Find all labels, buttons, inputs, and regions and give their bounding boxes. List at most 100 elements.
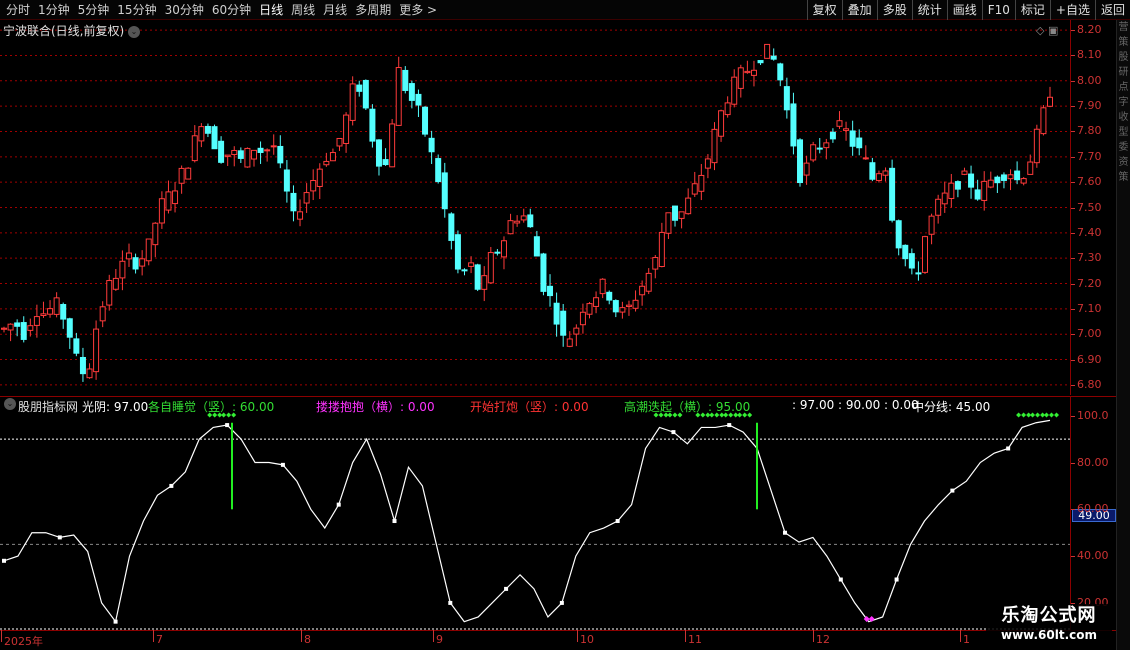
period-tab[interactable]: 更多 > <box>395 0 441 20</box>
period-tabs: 分时 1分钟 5分钟 15分钟 30分钟 60分钟 日线 周线 月线 多周期 更多 > <box>2 0 441 20</box>
indicator-name[interactable]: 股朋指标网 <box>18 398 78 415</box>
candle <box>922 235 929 274</box>
period-tab[interactable]: 分时 <box>2 0 34 20</box>
candle <box>415 89 422 118</box>
side-strip-item[interactable]: 策 <box>1117 170 1130 185</box>
side-strip-item[interactable]: 型 <box>1117 125 1130 140</box>
indicator-point <box>448 600 453 605</box>
indicator-chart[interactable] <box>0 396 1070 630</box>
candle <box>869 157 876 182</box>
candle <box>810 141 817 163</box>
candle <box>586 302 593 319</box>
candle <box>310 169 317 201</box>
diamond-icon[interactable]: ◇ <box>1036 24 1044 37</box>
indicator-menu-icon[interactable]: ⌄ <box>4 398 16 410</box>
toolbar-button[interactable]: 复权 <box>806 0 842 20</box>
side-strip-item[interactable]: 委 <box>1117 140 1130 155</box>
side-strip-item[interactable]: 字 <box>1117 95 1130 110</box>
candle <box>474 263 481 292</box>
candle <box>389 118 396 168</box>
date-tick: 2025年 <box>1 630 43 648</box>
candle <box>73 332 80 357</box>
chevron-down-icon[interactable]: ⌄ <box>128 25 141 38</box>
candle <box>7 323 14 342</box>
candle <box>744 60 751 74</box>
candle <box>93 320 100 380</box>
candle <box>533 230 540 257</box>
candle <box>329 148 336 162</box>
candle <box>20 316 27 343</box>
candle <box>1007 169 1014 191</box>
date-tick: 1 <box>960 630 970 646</box>
period-tab[interactable]: 30分钟 <box>161 0 208 20</box>
candle <box>481 266 488 302</box>
window-toggle-icon[interactable]: ▣ <box>1048 24 1058 37</box>
candle <box>244 147 251 168</box>
price-tick: 7.20 <box>1071 276 1102 290</box>
candle <box>895 219 902 256</box>
side-strip-item[interactable]: 点 <box>1117 80 1130 95</box>
candle <box>579 303 586 334</box>
period-tab[interactable]: 周线 <box>287 0 319 20</box>
stock-title-text: 宁波联合(日线,前复权) <box>3 24 125 38</box>
period-tab[interactable]: 多周期 <box>351 0 395 20</box>
period-tab[interactable]: 月线 <box>319 0 351 20</box>
indicator-point <box>783 530 788 535</box>
toolbar-button[interactable]: 标记 <box>1014 0 1050 20</box>
period-tab[interactable]: 15分钟 <box>113 0 160 20</box>
candle <box>514 215 521 227</box>
candle <box>369 104 376 148</box>
period-tab[interactable]: 日线 <box>255 0 287 20</box>
side-strip-item[interactable]: 营 <box>1117 20 1130 35</box>
period-tab[interactable]: 1分钟 <box>34 0 74 20</box>
indicator-value-label: 各自睡觉（竖）: 60.00 <box>148 400 275 414</box>
price-axis: 8.20 8.10 8.00 7.90 7.80 7.70 7.60 7.50 7.40 7.30… <box>1070 20 1116 395</box>
indicator-point <box>838 577 843 582</box>
candlestick-chart[interactable]: 宁波联合(日线,前复权) ⌄ ◇ ▣ <box>0 20 1070 395</box>
candle <box>290 185 297 222</box>
toolbar-button[interactable]: 叠加 <box>841 0 877 20</box>
toolbar-button[interactable]: 返回 <box>1094 0 1130 20</box>
candle <box>185 167 192 180</box>
candle <box>303 183 310 213</box>
candle <box>645 268 652 295</box>
candle <box>211 124 218 150</box>
candle <box>698 163 705 201</box>
date-tick: 7 <box>153 630 163 646</box>
side-strip-item[interactable]: 研 <box>1117 65 1130 80</box>
toolbar-button[interactable]: +自选 <box>1049 0 1095 20</box>
candle <box>836 111 843 129</box>
candle <box>553 292 560 337</box>
toolbar-button[interactable]: 统计 <box>911 0 947 20</box>
period-tab[interactable]: 5分钟 <box>74 0 114 20</box>
side-strip[interactable]: 营策股研点字收型委资策 <box>1116 20 1130 650</box>
price-tick: 7.40 <box>1071 225 1102 239</box>
candle <box>435 154 442 184</box>
candle <box>981 171 988 211</box>
candle <box>843 121 850 141</box>
candle <box>422 106 429 137</box>
candle <box>935 194 942 224</box>
candle <box>1033 124 1040 168</box>
candle <box>685 188 692 215</box>
indicator-tick: 80.00 <box>1071 455 1109 469</box>
candle <box>14 319 21 337</box>
candle <box>191 125 198 163</box>
side-strip-item[interactable]: 资 <box>1117 155 1130 170</box>
side-strip-item[interactable]: 股 <box>1117 50 1130 65</box>
candle <box>658 222 665 268</box>
toolbar-button[interactable]: 画线 <box>946 0 982 20</box>
candle <box>540 252 547 296</box>
toolbar-button[interactable]: F10 <box>981 0 1015 20</box>
toolbar-button[interactable]: 多股 <box>876 0 912 20</box>
candle <box>231 146 238 167</box>
candle <box>152 222 159 258</box>
candle <box>803 155 810 185</box>
price-tick: 7.10 <box>1071 301 1102 315</box>
side-strip-item[interactable]: 策 <box>1117 35 1130 50</box>
candle <box>375 139 382 176</box>
candle <box>757 60 764 66</box>
period-tab[interactable]: 60分钟 <box>208 0 255 20</box>
indicator-point <box>392 519 397 524</box>
side-strip-item[interactable]: 收 <box>1117 110 1130 125</box>
